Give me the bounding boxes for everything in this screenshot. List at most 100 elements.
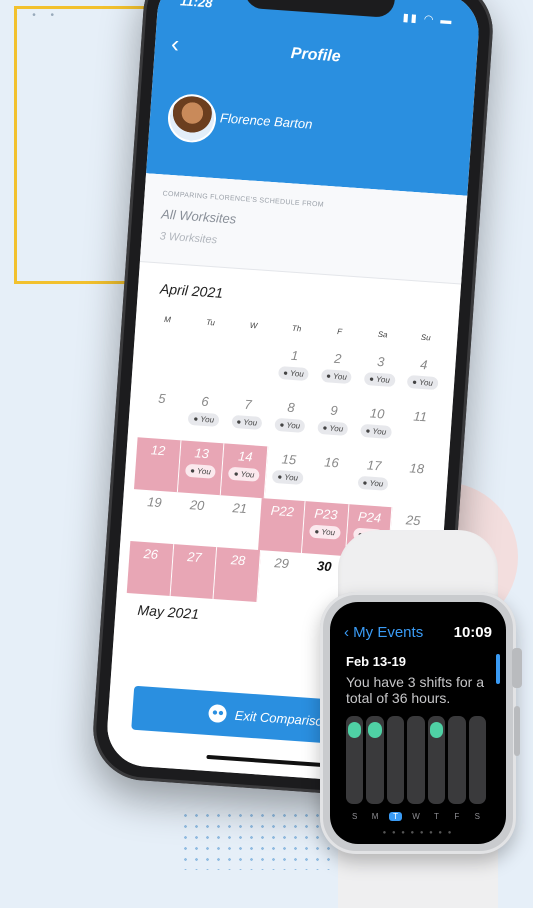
- calendar-day[interactable]: 7 ● You: [224, 391, 271, 446]
- weekday-label: Th: [291, 323, 302, 334]
- avatar: [166, 92, 218, 144]
- day-number: P23: [313, 505, 339, 523]
- day-column[interactable]: T: [427, 716, 446, 836]
- scroll-indicator: [496, 654, 500, 684]
- day-column[interactable]: W: [407, 716, 425, 836]
- day-bar: [386, 716, 405, 804]
- compare-caption: COMPARING FLORENCE'S SCHEDULE FROM: [162, 190, 325, 209]
- day-number: 17: [366, 457, 382, 474]
- week-shift-bars: SMTWTFS: [346, 716, 486, 836]
- day-number: 11: [412, 408, 428, 425]
- calendar-day[interactable]: 12: [133, 437, 182, 493]
- day-number: 9: [329, 402, 339, 419]
- you-shift-chip: ● You: [360, 423, 392, 439]
- calendar-day[interactable]: 4 ● You: [399, 352, 446, 407]
- calendar-empty-cell: [207, 631, 254, 686]
- day-number: 18: [409, 460, 425, 477]
- calendar-day[interactable]: 10 ● You: [353, 400, 400, 455]
- day-bar: [346, 716, 364, 804]
- day-number: [253, 634, 296, 641]
- day-column[interactable]: S: [468, 716, 486, 836]
- calendar-day[interactable]: 5: [138, 385, 185, 440]
- day-number: 10: [369, 405, 385, 422]
- calendar-day[interactable]: 27: [170, 544, 218, 600]
- weekday-label: M: [163, 314, 172, 325]
- you-shift-chip: ● You: [277, 365, 310, 382]
- calendar-day[interactable]: 11: [396, 403, 443, 458]
- month-title-may: May 2021: [137, 601, 200, 622]
- day-number: 3: [376, 353, 385, 370]
- calendar-day[interactable]: P22: [258, 498, 306, 554]
- shift-marker: [368, 722, 382, 738]
- day-number: [188, 337, 231, 344]
- you-shift-chip: ● You: [231, 414, 263, 430]
- calendar-day[interactable]: 21: [216, 495, 262, 550]
- day-number: 21: [231, 500, 248, 517]
- calendar-day[interactable]: 17 ● You: [350, 452, 396, 507]
- smartwatch: ‹ My Events 10:09 Feb 13-19 You have 3 s…: [316, 530, 526, 908]
- you-shift-chip: ● You: [363, 371, 396, 388]
- day-number: 16: [323, 454, 340, 471]
- side-button[interactable]: [514, 706, 520, 756]
- watch-screen: ‹ My Events 10:09 Feb 13-19 You have 3 s…: [330, 602, 506, 844]
- day-column[interactable]: S: [346, 716, 364, 836]
- calendar-empty-cell: [164, 628, 211, 683]
- calendar-day[interactable]: 1● You: [270, 343, 317, 398]
- day-label: F: [454, 812, 460, 821]
- calendar-empty-cell: [141, 334, 188, 389]
- day-number: 6: [200, 393, 210, 410]
- user-name: Florence Barton: [219, 110, 313, 132]
- day-number: 25: [405, 512, 421, 529]
- watch-back-label: My Events: [353, 624, 424, 641]
- calendar-day[interactable]: 19: [130, 489, 176, 544]
- you-shift-chip: ● You: [320, 368, 353, 385]
- you-shift-chip: ● You: [228, 466, 260, 482]
- day-bar: [427, 716, 446, 804]
- weekday-label: Su: [420, 332, 431, 343]
- day-bar: [366, 716, 384, 804]
- day-number: 4: [419, 356, 428, 373]
- calendar-day[interactable]: 18: [393, 455, 439, 510]
- calendar-empty-cell: [250, 634, 297, 689]
- weekday-label: W: [249, 320, 258, 331]
- day-column[interactable]: M: [366, 716, 384, 836]
- day-number: 26: [143, 546, 159, 562]
- day-number: [167, 628, 210, 635]
- day-number: 1: [290, 347, 299, 364]
- day-number: 28: [230, 552, 246, 569]
- home-indicator: [206, 754, 327, 768]
- day-column[interactable]: F: [448, 716, 466, 836]
- profile-header: 11:28 ▮▮ ◠ ▬ ‹ Profile Florence Barton: [146, 0, 482, 196]
- you-shift-chip: ● You: [184, 463, 217, 479]
- calendar-day[interactable]: 6 ● You: [181, 388, 228, 443]
- calendar-day[interactable]: 3 ● You: [356, 349, 403, 404]
- shift-summary: You have 3 shifts for a total of 36 hour…: [346, 674, 485, 706]
- calendar-day[interactable]: 15 ● You: [265, 446, 311, 501]
- calendar-day[interactable]: 9 ● You: [310, 397, 357, 452]
- you-shift-chip: ● You: [274, 417, 306, 433]
- calendar-day[interactable]: 28: [213, 547, 262, 603]
- you-shift-chip: ● You: [406, 374, 439, 391]
- you-shift-chip: ● You: [357, 475, 389, 491]
- day-number: 13: [194, 445, 210, 462]
- calendar-day[interactable]: 29: [258, 550, 304, 605]
- day-number: 7: [243, 396, 253, 413]
- compare-sub: 3 Worksites: [159, 230, 218, 247]
- calendar-day[interactable]: 20: [173, 492, 219, 547]
- calendar-day[interactable]: 13 ● You: [177, 440, 225, 496]
- page-title: Profile: [290, 45, 342, 66]
- calendar-day[interactable]: 14 ● You: [221, 443, 269, 499]
- people-icon: ●●: [208, 703, 228, 724]
- day-column[interactable]: T: [386, 716, 405, 836]
- calendar-day[interactable]: 2 ● You: [313, 346, 360, 401]
- calendar-day[interactable]: 8 ● You: [267, 394, 314, 449]
- day-number: 2: [333, 350, 342, 367]
- day-number: 20: [189, 497, 205, 514]
- day-bar: [448, 716, 466, 804]
- calendar-day[interactable]: 16: [307, 449, 353, 504]
- day-label: T: [433, 812, 439, 821]
- status-time: 11:28: [179, 0, 213, 11]
- digital-crown[interactable]: [512, 648, 522, 688]
- watch-back-link[interactable]: ‹ My Events: [344, 624, 423, 641]
- calendar-day[interactable]: 26: [126, 541, 174, 596]
